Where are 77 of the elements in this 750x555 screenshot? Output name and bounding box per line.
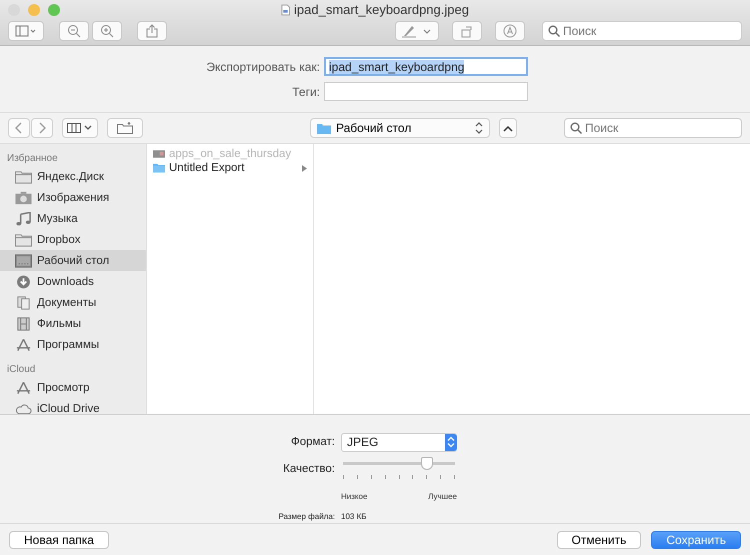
- file-name-field[interactable]: ipad_smart_keyboardpng: [324, 57, 528, 76]
- download-icon: [15, 274, 32, 288]
- low-quality-label: Низкое: [341, 492, 368, 502]
- collapse-button[interactable]: [499, 118, 517, 138]
- zoom-in-button[interactable]: [92, 21, 122, 41]
- search-icon: [548, 25, 560, 37]
- zoom-in-icon: [100, 24, 114, 38]
- sidebar-item[interactable]: Яндекс.Диск: [0, 166, 146, 187]
- sidebar-item[interactable]: iCloud Drive: [0, 398, 146, 414]
- file-row[interactable]: Untitled Export: [147, 161, 313, 175]
- chevron-left-icon: [15, 122, 23, 134]
- annotate-button[interactable]: [495, 21, 525, 41]
- folder-icon: [153, 163, 165, 173]
- back-button[interactable]: [8, 118, 30, 138]
- file-size-label: Размер файла:: [277, 511, 335, 522]
- image-file-icon: [281, 4, 290, 16]
- best-quality-label: Лучшее: [428, 492, 457, 502]
- image-thumbnail-icon: [153, 149, 165, 159]
- zoom-out-icon: [67, 24, 81, 38]
- tags-field[interactable]: [324, 82, 528, 101]
- cancel-button[interactable]: Отменить: [556, 530, 642, 548]
- folder-icon: [15, 232, 32, 246]
- format-dropdown[interactable]: JPEG: [341, 432, 457, 452]
- search-field[interactable]: Поиск: [564, 118, 742, 138]
- disclosure-triangle-icon: [302, 164, 307, 172]
- sidebar-section-title: iCloud: [6, 363, 36, 377]
- share-button[interactable]: [137, 21, 167, 41]
- circled-letter-icon: [503, 24, 517, 38]
- apps-icon: [15, 338, 32, 352]
- folder-icon: [317, 122, 331, 134]
- zoom-button[interactable]: [48, 4, 60, 16]
- slider-thumb[interactable]: [421, 456, 433, 470]
- export-name-label: Экспортировать как:: [205, 60, 321, 74]
- rotate-button[interactable]: [452, 21, 482, 41]
- sidebar-item[interactable]: Программы: [0, 334, 146, 355]
- film-icon: [15, 316, 32, 330]
- sidebar-icon: [15, 25, 37, 37]
- folder-icon: [117, 122, 133, 134]
- sidebar-toggle-button[interactable]: [8, 21, 44, 41]
- chevron-up-icon: [503, 124, 513, 132]
- format-label: Формат:: [290, 436, 335, 448]
- tags-label: Теги:: [291, 84, 321, 98]
- sidebar-item[interactable]: Downloads: [0, 271, 146, 292]
- sidebar-item[interactable]: Dropbox: [0, 229, 146, 250]
- file-size-value: 103 КБ: [341, 511, 368, 522]
- documents-icon: [15, 296, 32, 310]
- apps-icon: [15, 380, 32, 394]
- markup-button[interactable]: [395, 21, 439, 41]
- columns-icon: [67, 123, 93, 133]
- up-down-chevron-icon: [475, 122, 483, 134]
- view-mode-button[interactable]: [62, 118, 98, 138]
- pen-icon: [402, 24, 432, 38]
- sidebar-item[interactable]: Фильмы: [0, 313, 146, 334]
- sidebar-section-title: Избранное: [6, 152, 59, 166]
- cloud-icon: [15, 402, 32, 414]
- quality-label: Качество:: [282, 462, 335, 475]
- share-icon: [146, 24, 158, 38]
- sidebar-item[interactable]: Рабочий стол: [0, 250, 146, 271]
- new-folder-icon-button[interactable]: [107, 118, 143, 138]
- search-icon: [570, 122, 582, 134]
- music-note-icon: [15, 212, 32, 226]
- zoom-out-button[interactable]: [59, 21, 89, 41]
- desktop-icon: [15, 254, 32, 268]
- search-field[interactable]: Поиск: [542, 21, 742, 41]
- location-dropdown[interactable]: Рабочий стол: [310, 118, 490, 138]
- forward-button[interactable]: [31, 118, 53, 138]
- up-down-chevron-icon: [447, 436, 455, 448]
- sidebar-item[interactable]: Документы: [0, 292, 146, 313]
- chevron-right-icon: [38, 122, 46, 134]
- sidebar-item[interactable]: Изображения: [0, 187, 146, 208]
- rotate-icon: [460, 24, 474, 38]
- new-folder-button[interactable]: Новая папка: [9, 530, 109, 548]
- sidebar-item[interactable]: Музыка: [0, 208, 146, 229]
- window-title: ipad_smart_keyboardpng.jpeg: [294, 2, 469, 17]
- camera-icon: [15, 190, 32, 204]
- folder-icon: [15, 170, 32, 184]
- sidebar-item[interactable]: Просмотр: [0, 377, 146, 398]
